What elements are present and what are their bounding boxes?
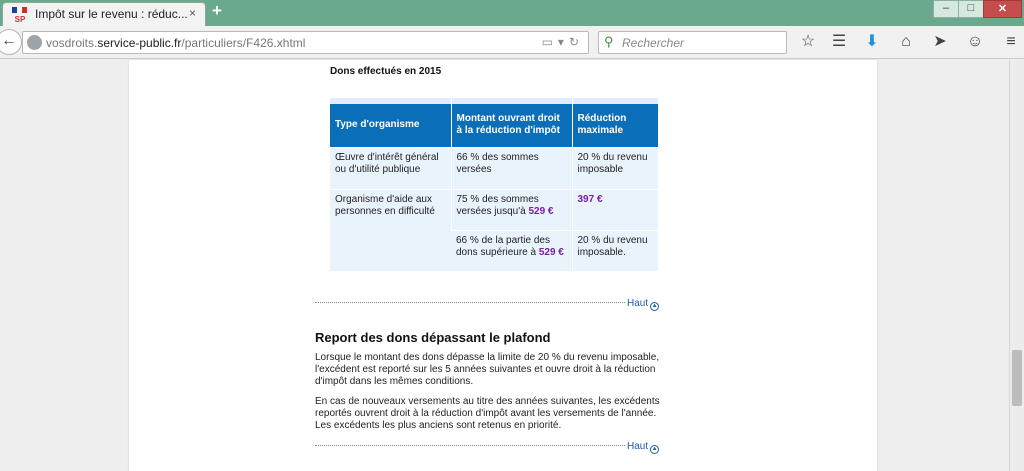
amount-highlight: 397 €: [577, 194, 603, 205]
tab-close-icon[interactable]: ×: [189, 6, 196, 20]
haut-label: Haut: [627, 298, 649, 309]
dotted-separator: [315, 302, 625, 303]
arrow-up-icon: ▲: [650, 302, 660, 311]
new-tab-icon[interactable]: +: [212, 1, 222, 21]
dotted-separator: [315, 445, 625, 446]
url-bar-icons: ▭▾↻: [542, 35, 584, 49]
table-header-row: Type d'organisme Montant ouvrant droit à…: [330, 103, 658, 148]
haut-link[interactable]: Haut ▲: [627, 441, 660, 454]
table-row: Organisme d'aide aux personnes en diffic…: [330, 189, 658, 271]
back-button[interactable]: ←: [0, 29, 22, 55]
paragraph: En cas de nouveaux versements au titre d…: [315, 396, 660, 431]
close-icon: ✕: [997, 3, 1008, 15]
cell-montant: 66 % de la partie des dons supérieure à …: [451, 230, 572, 271]
maximize-icon: □: [967, 2, 975, 14]
bookmark-star-icon[interactable]: ☆: [798, 32, 818, 52]
table-row: Œuvre d'intérêt général ou d'utilité pub…: [330, 147, 658, 190]
section-heading: Report des dons dépassant le plafond: [315, 330, 551, 345]
header-type: Type d'organisme: [330, 103, 451, 148]
active-tab[interactable]: SP Impôt sur le revenu : réduc... ×: [2, 2, 206, 26]
dons-table: Type d'organisme Montant ouvrant droit à…: [330, 97, 658, 271]
dropdown-icon[interactable]: ▾: [558, 35, 569, 49]
download-icon[interactable]: ⬇: [862, 32, 882, 52]
favicon-text: SP: [15, 15, 26, 24]
arrow-up-icon: ▲: [650, 445, 660, 454]
amount-highlight: 529 €: [528, 206, 554, 217]
url-bar[interactable]: vosdroits.service-public.fr/particuliers…: [22, 31, 589, 54]
header-montant: Montant ouvrant droit à la réduction d'i…: [450, 103, 572, 148]
url-host: service-public.fr: [97, 36, 182, 50]
back-arrow-icon: ←: [1, 32, 17, 49]
url-prefix: vosdroits.: [46, 36, 98, 50]
haut-label: Haut: [627, 441, 649, 452]
tab-title: Impôt sur le revenu : réduc...: [35, 7, 188, 21]
cell-reduction: 20 % du revenu imposable: [571, 147, 658, 190]
cell-reduction: 20 % du revenu imposable.: [571, 230, 658, 271]
home-icon[interactable]: ⌂: [896, 32, 916, 52]
url-path: /particuliers/F426.xhtml: [181, 36, 306, 50]
cell-montant: 75 % des sommes versées jusqu'à 529 €: [450, 189, 572, 231]
close-window-button[interactable]: ✕: [983, 0, 1022, 18]
table-caption: Dons effectués en 2015: [330, 66, 442, 77]
scrollbar-thumb[interactable]: [1012, 350, 1022, 406]
reading-list-icon[interactable]: ☰: [829, 32, 849, 52]
cell-reduction: 397 €: [571, 189, 658, 231]
search-engine-icon: ⚲: [604, 34, 614, 49]
reload-icon[interactable]: ↻: [569, 35, 584, 49]
reader-view-icon[interactable]: ▭: [542, 35, 558, 49]
tab-bar: SP Impôt sur le revenu : réduc... × + – …: [0, 0, 1024, 26]
send-icon[interactable]: ➤: [930, 32, 950, 52]
url-text: vosdroits.service-public.fr/particuliers…: [46, 36, 305, 50]
search-input[interactable]: Rechercher: [622, 36, 684, 50]
minimize-icon: –: [942, 2, 950, 14]
cell-type: Organisme d'aide aux personnes en diffic…: [330, 189, 451, 271]
menu-icon[interactable]: ≡: [1001, 32, 1021, 52]
cell-montant-text: 66 % de la partie des dons supérieure à: [456, 235, 550, 258]
header-reduction: Réduction maximale: [571, 103, 658, 148]
cell-type: Œuvre d'intérêt général ou d'utilité pub…: [330, 147, 451, 190]
haut-link[interactable]: Haut ▲: [627, 298, 660, 311]
maximize-button[interactable]: □: [958, 0, 984, 18]
paragraph: Lorsque le montant des dons dépasse la l…: [315, 352, 660, 387]
service-public-favicon-icon: SP: [12, 7, 27, 24]
chat-icon[interactable]: ☺: [965, 32, 985, 52]
scrollbar[interactable]: [1009, 60, 1024, 471]
minimize-button[interactable]: –: [933, 0, 959, 18]
cell-montant: 66 % des sommes versées: [450, 147, 572, 190]
globe-icon: [27, 35, 42, 50]
search-bar[interactable]: ⚲ Rechercher: [598, 31, 787, 54]
amount-highlight: 529 €: [538, 247, 564, 258]
cell-montant-text: 75 % des sommes versées jusqu'à: [456, 194, 539, 217]
